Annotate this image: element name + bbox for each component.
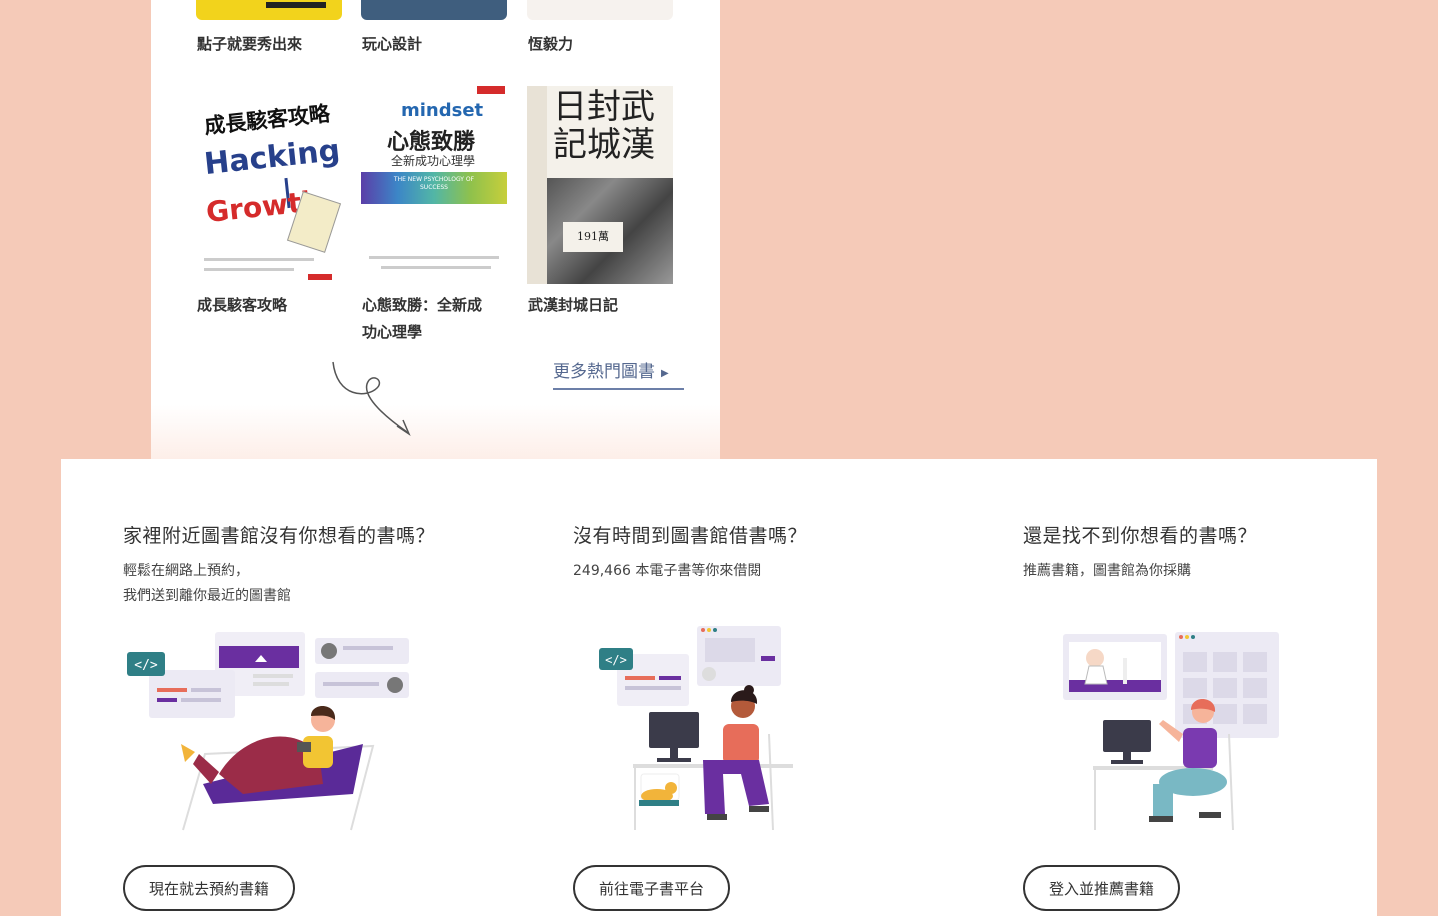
service-heading: 還是找不到你想看的書嗎？ [1023,525,1258,547]
recommend-book-illustration [1063,632,1279,831]
code-tag: </> [134,658,158,673]
cover-photo: 191萬 [547,178,673,284]
cover-heading-line: 記城漢 [553,125,655,165]
service-desc-line: 249,466 本電子書等你來借閱 [573,563,762,579]
cover-en-subtitle: THE NEW PSYCHOLOGY OF SUCCESS [393,176,475,191]
cover-decoration [266,2,326,8]
reserve-books-button[interactable]: 現在就去預約書籍 [123,865,296,911]
book-cover[interactable] [527,0,673,20]
book-title[interactable]: 武漢封城日記 [528,292,618,319]
cover-badge: 191萬 [563,222,623,252]
more-books-label: 更多熱門圖書 [553,362,655,382]
book-title-line: 功心理學 [362,323,423,341]
book-title[interactable]: 成長駭客攻略 [197,292,287,319]
publisher-logo [308,274,332,280]
service-heading: 沒有時間到圖書館借書嗎？ [573,525,808,547]
service-desc: 輕鬆在網路上預約， 我們送到離你最近的圖書館 [123,559,291,609]
reading-person-illustration: </> [127,632,409,831]
service-desc-line: 輕鬆在網路上預約， [123,563,249,579]
cover-decoration [204,258,314,261]
book-title[interactable]: 玩心設計 [362,31,422,58]
service-desc-line: 推薦書籍，圖書館為你採購 [1023,563,1191,579]
code-tag: </> [605,653,627,667]
service-reserve: 家裡附近圖書館沒有你想看的書嗎？ 輕鬆在網路上預約， 我們送到離你最近的圖書館 … [123,459,543,916]
service-desc-line: 我們送到離你最近的圖書館 [123,588,291,604]
cover-spine [527,86,547,284]
recommend-books-button[interactable]: 登入並推薦書籍 [1023,865,1181,911]
service-desc: 推薦書籍，圖書館為你採購 [1023,559,1191,584]
cover-heading: 成長駭客攻略 [203,101,332,139]
caret-right-icon: ▶ [661,368,669,379]
doodle-arrow-icon [332,361,411,437]
book-title[interactable]: 點子就要秀出來 [197,31,302,58]
cover-heading: 日封武 記城漢 [553,88,655,164]
cover-en-title: mindset [401,100,484,121]
cover-decoration [369,256,499,259]
service-desc: 249,466 本電子書等你來借閱 [573,559,761,584]
book-cover[interactable]: 日封武 記城漢 191萬 [527,86,673,284]
service-ebook: 沒有時間到圖書館借書嗎？ 249,466 本電子書等你來借閱 </> 前往電子書… [573,459,993,916]
service-recommend: 還是找不到你想看的書嗎？ 推薦書籍，圖書館為你採購 登入並推薦書籍 [1023,459,1438,916]
book-cover[interactable]: 成長駭客攻略 Hacking Growth [196,86,342,284]
services-panel: 家裡附近圖書館沒有你想看的書嗎？ 輕鬆在網路上預約， 我們送到離你最近的圖書館 … [61,459,1377,916]
cover-decoration [204,268,294,271]
cover-band: THE NEW PSYCHOLOGY OF SUCCESS [361,172,507,204]
book-cover[interactable] [361,0,507,20]
popular-books-panel: 點子就要秀出來 玩心設計 恆毅力 成長駭客攻略 Hacking Growth 成… [151,0,720,460]
cover-decoration [381,266,491,269]
book-cover[interactable] [196,0,342,20]
publisher-logo [477,86,505,94]
book-cover[interactable]: mindset 心態致勝 全新成功心理學 THE NEW PSYCHOLOGY … [361,86,507,284]
ebook-platform-button[interactable]: 前往電子書平台 [573,865,731,911]
book-title[interactable]: 心態致勝：全新成 功心理學 [362,292,482,346]
computer-user-illustration: </> [599,626,793,831]
book-title[interactable]: 恆毅力 [528,31,573,58]
cover-en-title: Hacking [202,132,342,183]
book-title-line: 心態致勝：全新成 [362,296,483,314]
service-heading: 家裡附近圖書館沒有你想看的書嗎？ [123,525,436,547]
more-books-link[interactable]: 更多熱門圖書 ▶ [553,358,684,390]
cover-heading-line: 日封武 [553,87,655,127]
cover-subtitle: 全新成功心理學 [391,154,476,168]
